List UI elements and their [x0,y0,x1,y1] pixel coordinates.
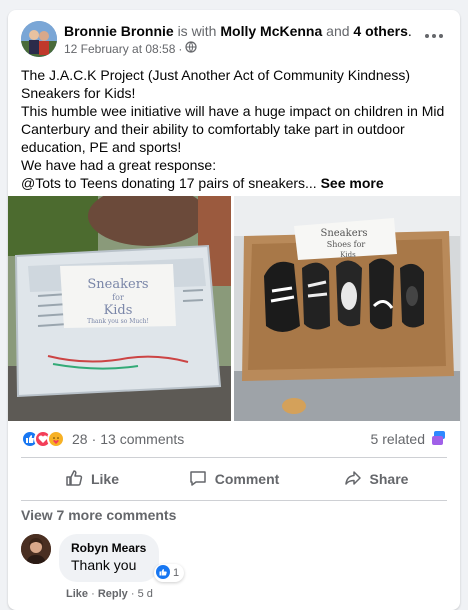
post-card: Bronnie Bronnie is with Molly McKenna an… [8,10,460,610]
stat-separator: · [91,431,97,447]
tagged-others[interactable]: 4 others [353,23,407,39]
commenter-name[interactable]: Robyn Mears [71,540,147,556]
comment-count[interactable]: 13 comments [100,431,184,447]
tagged-person[interactable]: Molly McKenna [220,23,322,39]
left-sign-line: for [112,293,124,302]
comment-text: Thank you [71,557,137,573]
photo-sneakers-box[interactable]: Sneakers Shoes for Kids [234,196,460,421]
comment-sep: · [91,588,95,600]
post-line: We have had a great response: [21,157,217,173]
view-more-comments[interactable]: View 7 more comments [21,507,176,523]
related-label: 5 related [370,431,425,447]
share-button[interactable]: Share [305,462,447,496]
comment-like-button[interactable]: Like [66,588,88,600]
post-header: Bronnie Bronnie is with Molly McKenna an… [8,10,460,62]
author-name[interactable]: Bronnie Bronnie [64,23,174,39]
like-label: Like [90,471,119,487]
comment-bubble: Robyn Mears Thank you [59,534,159,582]
left-sign-line: Sneakers [87,277,148,292]
post-line: This humble wee initiative will have a h… [21,103,445,155]
comment-reaction[interactable]: 1 [154,564,185,582]
like-button[interactable]: Like [21,462,163,496]
right-sign-line: Kids [340,251,356,259]
left-sign-line: Thank you so Much! [87,318,149,325]
divider [21,457,447,458]
comment-button[interactable]: Comment [163,462,305,496]
and-text: and [326,23,350,39]
post-timestamp[interactable]: 12 February at 08:58 [64,42,175,56]
photo-grid: Sneakers for Kids Thank you so Much! Sne… [8,196,460,421]
divider [21,500,447,501]
comment-bubble-icon [189,469,207,490]
post-line: Sneakers for Kids! [21,85,136,101]
post-meta: 12 February at 08:58 · [64,41,198,56]
meta-dot: · [178,41,183,56]
see-more-link[interactable]: See more [321,175,384,191]
dot-icon [439,34,443,38]
reaction-icons[interactable] [21,430,65,448]
related-stack-icon [431,430,447,449]
comment-reaction-count: 1 [173,567,180,579]
related-link[interactable]: 5 related [371,430,447,449]
dot-icon [425,34,429,38]
with-text: is with [177,23,217,39]
share-arrow-icon [344,469,362,490]
author-line: Bronnie Bronnie is with Molly McKenna an… [64,22,412,40]
post-actions: Like Comment Share [21,462,447,496]
care-icon [47,430,65,448]
post-line-text: @Tots to Teens donating 17 pairs of snea… [21,175,317,191]
period: . [407,23,412,39]
right-sign-line: Sneakers [320,228,367,239]
dot-icon [432,34,436,38]
comment-label: Comment [214,471,280,487]
thumbs-up-icon [65,469,83,490]
more-options-button[interactable] [422,26,446,46]
comment-age[interactable]: 5 d [138,588,153,600]
post-line: @Tots to Teens donating 17 pairs of snea… [21,174,447,192]
post-line: The J.A.C.K Project (Just Another Act of… [21,67,411,83]
comment-sep: · [130,588,135,600]
left-sign-line: Kids [104,303,133,318]
like-icon [156,564,170,582]
comment-actions: Like · Reply · 5 d [66,588,153,600]
reactions-bar: 28 · 13 comments 5 related [21,428,447,450]
post-body: The J.A.C.K Project (Just Another Act of… [8,62,460,192]
comment-reply-button[interactable]: Reply [98,588,128,600]
photo-container-box[interactable]: Sneakers for Kids Thank you so Much! [8,196,231,421]
globe-icon [185,41,198,56]
reaction-count[interactable]: 28 [72,431,88,447]
share-label: Share [369,471,409,487]
commenter-avatar[interactable] [21,534,51,564]
author-avatar[interactable] [21,21,57,57]
right-sign-line: Shoes for [327,240,366,249]
